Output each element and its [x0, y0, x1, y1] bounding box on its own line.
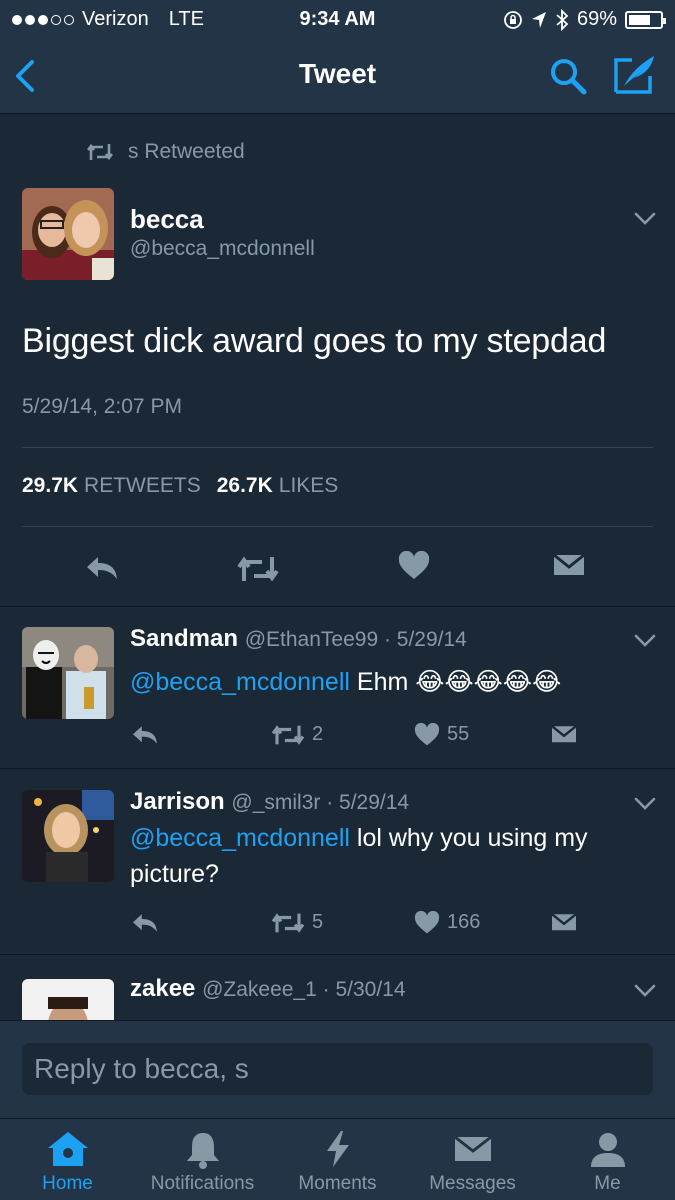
heart-icon[interactable] [414, 723, 440, 747]
reply-meta: @EthanTee99 · 5/29/14 [244, 628, 467, 651]
tab-bar: Home Notifications Moments Messages Me [0, 1118, 675, 1200]
tweet-actions [0, 545, 675, 589]
tweet-timestamp: 5/29/14, 2:07 PM [22, 395, 182, 418]
battery-icon [625, 10, 666, 29]
reply-tweet[interactable]: zakee @Zakeee_1 · 5/30/14 [0, 955, 675, 1020]
rotation-lock-icon [504, 10, 522, 29]
nav-bar: Tweet [0, 38, 675, 114]
reply-text: @becca_mcdonnell lol why you using my pi… [130, 820, 655, 892]
avatar[interactable] [22, 627, 114, 719]
divider [22, 447, 653, 448]
author-handle[interactable]: @becca_mcdonnell [130, 237, 315, 261]
mention-link[interactable]: @becca_mcdonnell [130, 668, 350, 696]
tab-label: Notifications [150, 1173, 255, 1194]
tweet-stats: 29.7K RETWEETS 26.7K LIKES [22, 474, 338, 498]
retweet-icon [86, 143, 114, 161]
lightning-icon [326, 1131, 349, 1167]
chevron-down-icon[interactable] [634, 797, 656, 811]
mention-link[interactable]: @becca_mcdonnell [130, 824, 350, 852]
reply-body: Ehm 😂😂😂😂😂 [349, 668, 562, 696]
retweet-context-label: s Retweeted [128, 140, 245, 163]
compose-tweet-icon[interactable] [612, 52, 658, 96]
tab-moments[interactable]: Moments [270, 1119, 405, 1200]
reply-compose-bar: Reply to becca, s [0, 1020, 675, 1118]
battery-percent: 69% [576, 8, 617, 30]
like-count: 166 [447, 911, 481, 933]
chevron-down-icon[interactable] [634, 212, 656, 226]
like-count: 55 [447, 723, 470, 745]
reply-tweet[interactable]: Sandman @EthanTee99 · 5/29/14 @becca_mcd… [0, 607, 675, 767]
tab-label: Home [42, 1173, 93, 1194]
reply-actions: 2 55 [0, 721, 675, 751]
reply-tweet[interactable]: Jarrison @_smil3r · 5/29/14 @becca_mcdon… [0, 769, 675, 953]
envelope-icon [453, 1135, 492, 1161]
retweet-icon[interactable] [236, 555, 280, 583]
direct-message-icon[interactable] [550, 911, 578, 935]
avatar[interactable] [22, 790, 114, 882]
tab-messages[interactable]: Messages [405, 1119, 540, 1200]
tab-me[interactable]: Me [540, 1119, 675, 1200]
reply-meta: @Zakeee_1 · 5/30/14 [202, 978, 406, 1001]
tab-label: Messages [429, 1173, 516, 1194]
tweet-text: Biggest dick award goes to my stepdad [22, 322, 607, 360]
location-icon [531, 11, 546, 28]
retweet-icon[interactable] [270, 724, 306, 746]
reply-icon[interactable] [130, 911, 160, 935]
reply-meta: @_smil3r · 5/29/14 [231, 791, 410, 814]
heart-icon[interactable] [414, 911, 440, 935]
direct-message-icon[interactable] [552, 551, 586, 581]
retweet-context: s Retweeted [86, 140, 245, 164]
chevron-down-icon[interactable] [634, 984, 656, 998]
avatar[interactable] [22, 188, 114, 280]
divider [22, 526, 653, 527]
heart-icon[interactable] [398, 551, 430, 581]
status-bar: Verizon LTE 9:34 AM 69% [0, 0, 675, 38]
tab-label: Me [594, 1173, 621, 1194]
retweet-count: 5 [312, 911, 324, 933]
bell-icon [186, 1133, 219, 1169]
tab-notifications[interactable]: Notifications [135, 1119, 270, 1200]
likes-label[interactable]: LIKES [279, 474, 339, 498]
direct-message-icon[interactable] [550, 723, 578, 747]
reply-icon[interactable] [130, 723, 160, 747]
tab-home[interactable]: Home [0, 1119, 135, 1200]
reply-author-name[interactable]: Sandman [130, 625, 238, 652]
reply-input[interactable]: Reply to becca, s [22, 1043, 653, 1095]
retweets-label[interactable]: RETWEETS [84, 474, 201, 498]
retweet-count: 2 [312, 723, 324, 745]
avatar[interactable] [22, 979, 114, 1020]
chevron-down-icon[interactable] [634, 634, 656, 648]
author-name[interactable]: becca [130, 204, 204, 235]
person-icon [590, 1133, 625, 1167]
bluetooth-icon [556, 8, 569, 31]
retweet-icon[interactable] [270, 912, 306, 934]
reply-icon[interactable] [84, 553, 120, 583]
reply-author-name[interactable]: Jarrison [130, 788, 225, 815]
reply-actions: 5 166 [0, 909, 675, 939]
tab-label: Moments [298, 1173, 377, 1194]
reply-author-name[interactable]: zakee [130, 975, 195, 1002]
home-icon [47, 1132, 88, 1166]
retweets-count[interactable]: 29.7K [22, 474, 78, 498]
search-icon[interactable] [548, 56, 588, 96]
reply-text: @becca_mcdonnell Ehm 😂😂😂😂😂 [130, 664, 655, 700]
likes-count[interactable]: 26.7K [217, 474, 273, 498]
